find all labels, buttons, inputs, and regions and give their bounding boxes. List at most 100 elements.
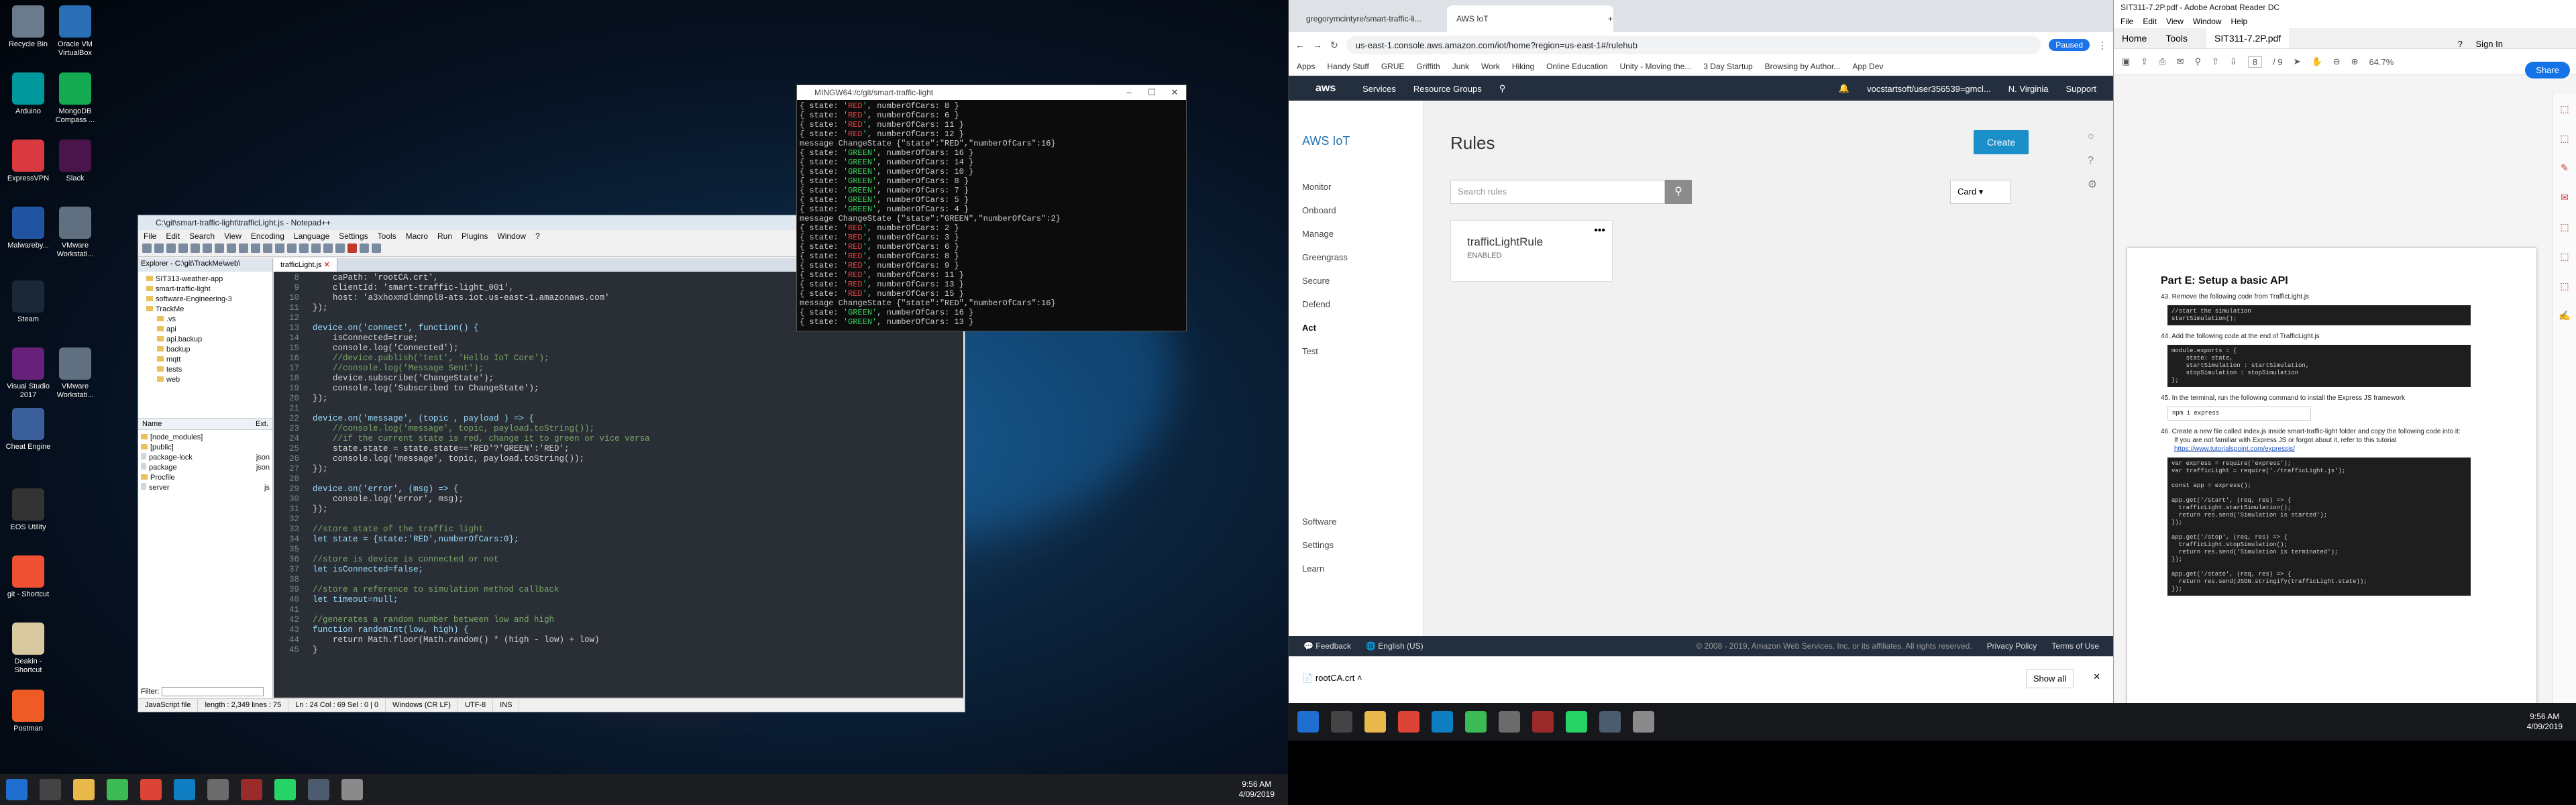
file-row[interactable]: package-lock json — [141, 453, 270, 463]
wrap-icon[interactable] — [323, 244, 333, 253]
acrobat-window[interactable]: SIT311-7.2P.pdf - Adobe Acrobat Reader D… — [2113, 0, 2576, 704]
sidebar-item-manage[interactable]: Manage — [1302, 229, 1423, 239]
profile-paused-badge[interactable]: Paused — [2049, 39, 2090, 51]
search-icon[interactable]: ⚲ — [2195, 56, 2202, 67]
sidebar-item-software[interactable]: Software — [1302, 517, 1336, 527]
bookmark-item[interactable]: Junk — [1452, 62, 1469, 71]
upload-icon[interactable]: ⇪ — [2141, 56, 2148, 67]
desktop-icon[interactable]: Malwareby... — [1, 207, 55, 250]
zoom-out-icon[interactable] — [311, 244, 321, 253]
acrobat-icon[interactable] — [241, 779, 262, 800]
bookmark-item[interactable]: 3 Day Startup — [1703, 62, 1752, 71]
terminal-icon[interactable] — [308, 779, 329, 800]
desktop-icon[interactable]: git - Shortcut — [1, 555, 55, 599]
create-button[interactable]: Create — [1974, 130, 2029, 154]
macro-play-icon[interactable] — [372, 244, 381, 253]
desktop-icon[interactable]: EOS Utility — [1, 488, 55, 532]
zoom-in-icon[interactable]: ⊕ — [2351, 56, 2359, 67]
download-item[interactable]: 📄 rootCA.crt ˄ — [1302, 673, 1362, 684]
tree-folder[interactable]: backup — [141, 345, 270, 355]
show-all-button[interactable]: Show all — [2025, 669, 2074, 688]
desktop-icon[interactable]: ExpressVPN — [1, 140, 55, 183]
search-icon[interactable]: ⚲ — [1665, 180, 1692, 204]
redo-icon[interactable] — [263, 244, 272, 253]
hand-icon[interactable]: ✋ — [2311, 56, 2322, 67]
menu-help[interactable]: Help — [2231, 15, 2248, 28]
desktop-icon[interactable]: Postman — [1, 690, 55, 733]
chrome-window[interactable]: gregorymcintyre/smart-traffic-li... AWS … — [1288, 0, 2114, 704]
new-tab-icon[interactable]: + — [1599, 5, 1622, 32]
language-select[interactable]: 🌐 English (US) — [1366, 641, 1424, 651]
sidebar-item-greengrass[interactable]: Greengrass — [1302, 252, 1423, 262]
column-name[interactable]: Name — [142, 420, 162, 428]
share-button[interactable]: Share — [2525, 62, 2570, 78]
sidebar-item-settings[interactable]: Settings — [1302, 540, 1336, 550]
desktop-icon[interactable]: Oracle VM VirtualBox — [48, 5, 102, 58]
macro-record-icon[interactable] — [347, 244, 357, 253]
menu-macro[interactable]: Macro — [406, 230, 428, 242]
paste-icon[interactable] — [239, 244, 248, 253]
zoom-out-icon[interactable]: ⊖ — [2333, 56, 2341, 67]
feedback-link[interactable]: 💬 Feedback — [1303, 641, 1351, 651]
tab-trafficlight[interactable]: trafficLight.js ✕ — [274, 258, 337, 272]
menu-language[interactable]: Language — [294, 230, 329, 242]
edit-pdf-icon[interactable]: ✎ — [2553, 153, 2576, 182]
filter-input[interactable] — [161, 687, 264, 696]
maximize-icon[interactable]: ☐ — [1140, 85, 1163, 100]
indent-icon[interactable] — [335, 244, 345, 253]
tree-folder[interactable]: SIT313-weather-app — [141, 274, 270, 284]
comment-icon[interactable]: ✉ — [2553, 182, 2576, 212]
organize-icon[interactable]: ⬚ — [2553, 241, 2576, 271]
desktop-icon[interactable]: Deakin - Shortcut — [1, 623, 55, 675]
bookmark-item[interactable]: GRUE — [1381, 62, 1405, 71]
tree-folder[interactable]: smart-traffic-light — [141, 284, 270, 294]
chrome-icon[interactable] — [140, 779, 162, 800]
file-explorer-icon[interactable] — [1364, 711, 1386, 733]
open-icon[interactable] — [154, 244, 164, 253]
menu-icon[interactable]: ⋮ — [2098, 40, 2107, 51]
forward-icon[interactable]: → — [1313, 40, 1322, 50]
resource-groups-menu[interactable]: Resource Groups — [1413, 84, 1482, 94]
app-icon[interactable] — [1633, 711, 1654, 733]
tree-folder[interactable]: tests — [141, 365, 270, 375]
task-view-icon[interactable] — [1331, 711, 1352, 733]
desktop-icon[interactable]: Cheat Engine — [1, 408, 55, 451]
file-explorer-icon[interactable] — [73, 779, 95, 800]
menu-edit[interactable]: Edit — [166, 230, 180, 242]
pointer-icon[interactable]: ➤ — [2294, 56, 2301, 67]
menu-[interactable]: ? — [535, 230, 540, 242]
skype-icon[interactable] — [174, 779, 195, 800]
tree-folder[interactable]: api.backup — [141, 335, 270, 345]
url-bar[interactable]: us-east-1.console.aws.amazon.com/iot/hom… — [1346, 36, 2041, 54]
aws-logo-icon[interactable]: aws — [1316, 83, 1362, 95]
bookmark-item[interactable]: Unity - Moving the... — [1620, 62, 1692, 71]
combine-icon[interactable]: ⬚ — [2553, 212, 2576, 241]
tab-aws-iot[interactable]: AWS IoT — [1447, 5, 1613, 32]
tree-folder[interactable]: .vs — [141, 315, 270, 325]
desktop-icon[interactable]: Recycle Bin — [1, 5, 55, 49]
email-icon[interactable]: ✉ — [2177, 56, 2184, 67]
menu-file[interactable]: File — [144, 230, 156, 242]
bookmark-item[interactable]: Griffith — [1417, 62, 1440, 71]
close-downloads-icon[interactable]: ✕ — [2093, 672, 2100, 682]
tab-home[interactable]: Home — [2122, 28, 2147, 48]
menu-encoding[interactable]: Encoding — [251, 230, 284, 242]
start-icon[interactable] — [6, 779, 28, 800]
desktop-icon[interactable]: Slack — [48, 140, 102, 183]
minimize-icon[interactable]: – — [1118, 85, 1140, 100]
menu-window[interactable]: Window — [2193, 15, 2222, 28]
menu-file[interactable]: File — [2121, 15, 2133, 28]
account-menu[interactable]: vocstartsoft/user356539=gmcl... — [1867, 84, 1991, 94]
print-icon[interactable] — [203, 244, 212, 253]
bell-icon[interactable]: ○ — [2088, 125, 2097, 149]
undo-icon[interactable] — [251, 244, 260, 253]
reload-icon[interactable]: ↻ — [1330, 40, 1338, 51]
bookmark-item[interactable]: Hiking — [1512, 62, 1534, 71]
terminal-window[interactable]: MINGW64:/c/git/smart-traffic-light – ☐ ✕ {… — [796, 85, 1187, 331]
close-file-icon[interactable] — [191, 244, 200, 253]
tree-folder[interactable]: software-Engineering-3 — [141, 294, 270, 305]
sidebar-item-secure[interactable]: Secure — [1302, 276, 1423, 286]
desktop-icon[interactable]: VMware Workstati... — [48, 207, 102, 259]
menu-run[interactable]: Run — [437, 230, 452, 242]
bookmark-item[interactable]: Apps — [1297, 62, 1315, 71]
